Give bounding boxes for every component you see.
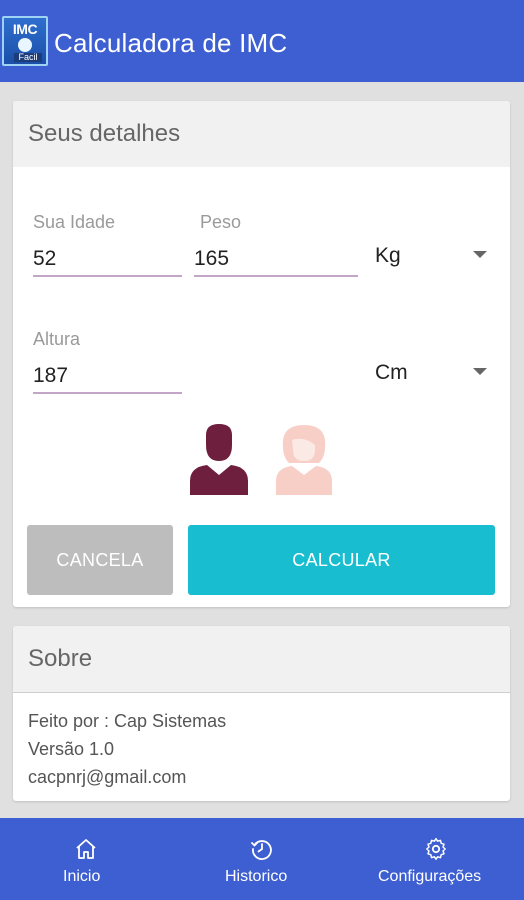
weight-unit-dropdown-icon[interactable] (473, 251, 487, 258)
nav-label-configuracoes: Configurações (378, 868, 482, 885)
age-input[interactable]: 52 (33, 247, 182, 277)
nav-item-configuracoes[interactable]: Configurações (372, 818, 504, 900)
app-logo-icon: IMC Facil (2, 16, 48, 66)
app-bar: IMC Facil Calculadora de IMC (0, 0, 524, 82)
bottom-navigation: Inicio Historico Configurações (0, 818, 524, 900)
height-input[interactable]: 187 (33, 364, 182, 394)
version-text: Versão 1.0 (28, 739, 115, 759)
nav-label-historico: Historico (225, 868, 288, 885)
weight-field[interactable]: Peso 165 (194, 212, 358, 277)
about-body: Feito por : Cap Sistemas Versão 1.0 cacp… (13, 693, 510, 805)
nav-label-inicio: Inicio (63, 868, 101, 885)
about-header: Sobre (13, 626, 510, 692)
app-title: Calculadora de IMC (54, 28, 288, 58)
height-label: Altura (33, 329, 81, 349)
home-icon (76, 839, 96, 859)
male-avatar-icon[interactable] (189, 423, 249, 495)
made-by-text: Feito por : Cap Sistemas (28, 711, 227, 731)
female-avatar-icon[interactable] (275, 423, 333, 495)
gear-icon (426, 837, 446, 860)
details-header: Seus detalhes (13, 101, 510, 167)
height-field[interactable]: Altura 187 (33, 329, 182, 394)
nav-item-inicio[interactable]: Inicio (28, 818, 144, 900)
weight-input[interactable]: 165 (194, 247, 358, 277)
about-card: Sobre Feito por : Cap Sistemas Versão 1.… (13, 626, 510, 801)
app-logo-text-top: IMC (12, 21, 38, 37)
height-unit-dropdown-icon[interactable] (473, 368, 487, 375)
email-text: cacpnrj@gmail.com (28, 767, 187, 787)
history-icon (251, 840, 272, 860)
calculate-button[interactable]: CALCULAR (188, 525, 495, 595)
app-logo-text-bottom: Facil (14, 53, 42, 62)
height-unit-select[interactable]: Cm (375, 361, 408, 385)
weight-unit-select[interactable]: Kg (375, 244, 401, 268)
weight-label: Peso (200, 212, 242, 232)
nav-item-historico[interactable]: Historico (204, 818, 320, 900)
details-card: Seus detalhes Sua Idade 52 Peso 165 Kg A… (13, 101, 510, 607)
cancel-button[interactable]: CANCELA (27, 525, 173, 595)
age-field[interactable]: Sua Idade 52 (33, 212, 182, 277)
age-label: Sua Idade (33, 212, 116, 232)
